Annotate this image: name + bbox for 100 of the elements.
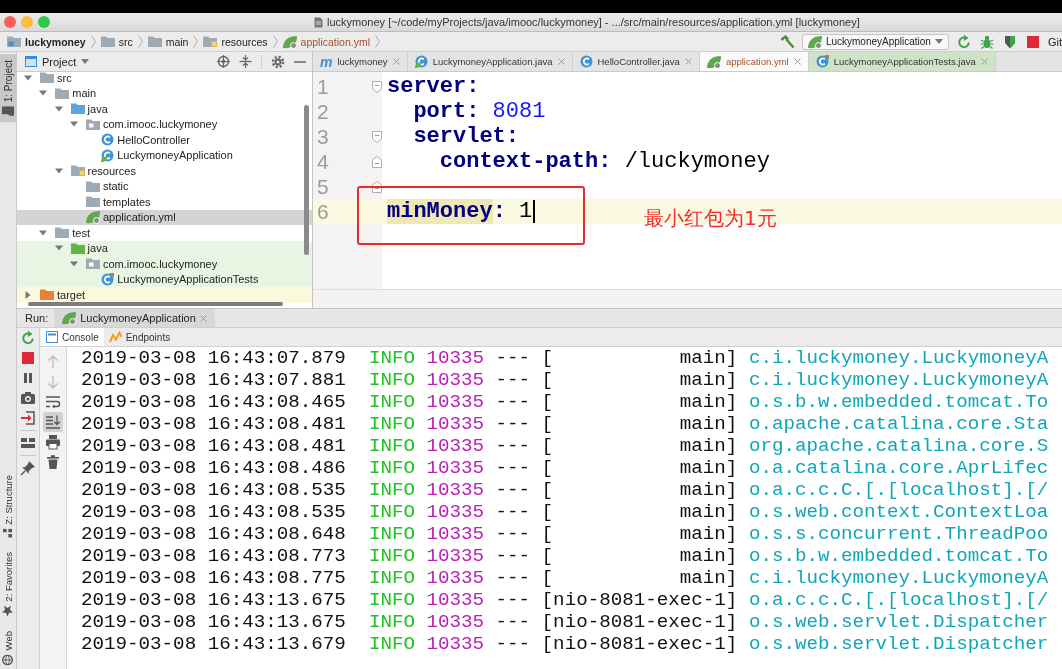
close-icon[interactable] <box>557 58 565 65</box>
breadcrumb-item[interactable]: resources <box>203 35 268 48</box>
editor-tab[interactable]: LuckymoneyApplicationTests.java <box>808 52 996 71</box>
package-icon <box>85 118 100 130</box>
class-icon <box>414 55 428 68</box>
layout-icon[interactable] <box>20 435 36 451</box>
caret-down-icon[interactable] <box>54 167 63 174</box>
tool-window-tab[interactable]: Web <box>0 626 16 669</box>
fold-marker-icon[interactable] <box>372 155 382 168</box>
log-line: 2019-03-08 16:43:08.773 INFO 10335 --- [ main] o.s.b.w.embedded.tomcat.To <box>81 545 1050 567</box>
tool-window-tab[interactable]: 1: Project <box>0 54 16 123</box>
module-icon: m <box>320 55 333 68</box>
chevron-right-icon <box>272 35 278 48</box>
caret-down-icon[interactable] <box>39 229 48 236</box>
run-tab[interactable]: LuckymoneyApplication <box>54 309 215 327</box>
caret-down-icon[interactable] <box>69 121 78 128</box>
collapse-icon[interactable] <box>239 55 252 68</box>
console-tab[interactable]: Endpoints <box>103 328 176 346</box>
caret-down-icon[interactable] <box>934 39 943 44</box>
scroll-to-end-icon[interactable] <box>43 412 63 432</box>
code-line: servlet: <box>412 124 520 149</box>
leaf-icon <box>85 210 100 225</box>
close-icon[interactable] <box>4 16 16 28</box>
editor-tab[interactable]: LuckymoneyApplication.java <box>407 52 573 71</box>
tree-item[interactable]: test <box>17 225 312 241</box>
tree-item[interactable]: static <box>17 178 312 194</box>
fold-marker-icon[interactable] <box>372 80 382 93</box>
editor-tab[interactable]: application.yml <box>699 52 809 71</box>
test-class-icon <box>101 272 115 286</box>
breadcrumb-item[interactable]: main <box>147 35 189 48</box>
tree-item[interactable]: target <box>17 287 312 303</box>
tool-window-tab[interactable]: 2: Favorites <box>0 548 16 621</box>
bug-icon[interactable] <box>978 33 995 50</box>
console-tab[interactable]: Console <box>41 328 104 346</box>
tree-item[interactable]: java <box>17 101 312 117</box>
caret-down-icon[interactable] <box>39 90 48 97</box>
caret-down-icon[interactable] <box>69 260 78 267</box>
leaf-icon <box>62 311 77 325</box>
exit-icon[interactable] <box>20 410 36 426</box>
close-icon[interactable] <box>793 58 801 65</box>
globe-icon <box>2 654 14 665</box>
package-icon <box>85 258 100 270</box>
log-line: 2019-03-08 16:43:08.775 INFO 10335 --- [ main] c.i.luckymoney.LuckymoneyA <box>81 567 1050 589</box>
tree-item[interactable]: java <box>17 240 312 256</box>
stop-icon[interactable] <box>20 350 36 366</box>
caret-down-icon[interactable] <box>54 245 63 252</box>
pin-icon[interactable] <box>20 460 36 476</box>
camera-icon[interactable] <box>20 390 36 406</box>
breadcrumb-item[interactable]: src <box>100 35 133 48</box>
fold-marker-icon[interactable] <box>372 130 382 143</box>
caret-down-icon[interactable] <box>81 59 90 64</box>
horizontal-scrollbar[interactable] <box>28 302 283 306</box>
tree-item[interactable]: templates <box>17 194 312 210</box>
printer-icon[interactable] <box>43 432 63 452</box>
caret-right-icon[interactable] <box>24 290 32 299</box>
close-icon[interactable] <box>684 58 692 65</box>
log-line: 2019-03-08 16:43:08.481 INFO 10335 --- [ main] org.apache.catalina.core.S <box>81 435 1050 457</box>
breadcrumb-item[interactable]: luckymoney <box>7 35 86 48</box>
rerun-icon[interactable] <box>955 33 972 50</box>
resources-folder-icon <box>70 165 85 177</box>
tree-item[interactable]: main <box>17 85 312 101</box>
run-config-dropdown[interactable]: LuckymoneyApplication <box>801 33 949 50</box>
tree-item[interactable]: com.imooc.luckymoney <box>17 116 312 132</box>
tree-item[interactable]: resources <box>17 163 312 179</box>
project-view-dropdown[interactable]: Project <box>25 55 90 68</box>
breadcrumb-item[interactable]: application.yml <box>282 34 371 49</box>
fold-marker-icon[interactable] <box>372 180 382 193</box>
settings-icon[interactable] <box>271 54 285 69</box>
log-line: 2019-03-08 16:43:08.465 INFO 10335 --- [ main] o.s.b.w.embedded.tomcat.To <box>81 391 1050 413</box>
hammer-icon[interactable] <box>778 33 795 50</box>
editor-tab[interactable]: HelloController.java <box>572 52 700 71</box>
close-icon[interactable] <box>980 58 988 65</box>
stop-icon[interactable] <box>1024 33 1041 50</box>
crosshair-icon[interactable] <box>217 55 230 68</box>
tree-item[interactable]: src <box>17 70 312 86</box>
class-icon <box>101 148 115 162</box>
line-number: 3 <box>316 124 330 149</box>
vcs-label[interactable]: Git <box>1047 35 1062 48</box>
rerun-icon[interactable] <box>20 330 36 346</box>
caret-down-icon[interactable] <box>54 105 63 112</box>
caret-down-icon[interactable] <box>24 74 32 81</box>
annotation-text: 最小红包为1元 <box>644 205 777 232</box>
log-line: 2019-03-08 16:43:13.675 INFO 10335 --- [nio-8081-exec-1] o.a.c.c.C.[.[localhost].[/ <box>81 589 1050 611</box>
folder-icon <box>2 106 14 117</box>
tool-window-tab[interactable]: Z: Structure <box>0 471 16 542</box>
vertical-scrollbar[interactable] <box>304 105 309 255</box>
tree-item[interactable]: com.imooc.luckymoney <box>17 256 312 272</box>
class-icon <box>579 55 593 68</box>
chevron-right-icon <box>90 35 96 48</box>
tree-item[interactable]: LuckymoneyApplication <box>17 147 312 163</box>
chevron-right-icon <box>137 35 143 48</box>
editor-tab[interactable]: m luckymoney <box>313 52 408 71</box>
tree-item[interactable]: HelloController <box>17 132 312 148</box>
folder-icon <box>85 180 100 192</box>
folder-icon <box>147 36 162 47</box>
tree-item[interactable]: application.yml <box>17 209 312 225</box>
folder-icon <box>70 242 85 254</box>
resources-folder-icon <box>203 36 218 47</box>
panel-icon <box>25 56 37 67</box>
close-icon[interactable] <box>392 58 400 65</box>
